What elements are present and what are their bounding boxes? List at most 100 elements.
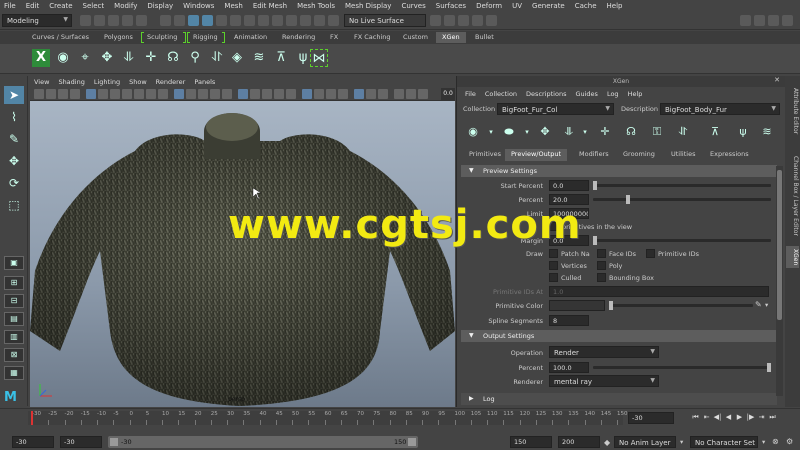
create-description-icon[interactable]: ◉ — [465, 124, 481, 140]
rotate-tool-icon[interactable]: ⟳ — [4, 174, 24, 192]
color-management-icon[interactable] — [354, 89, 364, 99]
menu-modify[interactable]: Modify — [114, 2, 137, 10]
menu-mesh-tools[interactable]: Mesh Tools — [297, 2, 335, 10]
ambient-occlusion-icon[interactable] — [250, 89, 260, 99]
lock-guides-icon[interactable]: ⚿ — [649, 124, 665, 140]
start-percent-slider[interactable] — [593, 181, 771, 190]
menu-cache[interactable]: Cache — [575, 2, 597, 10]
add-guide-icon[interactable]: ✛ — [597, 124, 613, 140]
start-time-field[interactable]: -30 — [12, 436, 54, 448]
menu-help[interactable]: Help — [607, 2, 623, 10]
input-ops-icon[interactable] — [314, 15, 325, 26]
play-backward-icon[interactable]: ◀ — [723, 411, 734, 423]
field-chart-icon[interactable] — [134, 89, 144, 99]
step-back-key-icon[interactable]: ◀| — [712, 411, 723, 423]
safe-action-icon[interactable] — [146, 89, 156, 99]
chevron-down-icon[interactable]: ▾ — [519, 124, 535, 140]
range-handle-end[interactable] — [408, 438, 416, 446]
guide-length-icon[interactable]: ⥯ — [208, 49, 226, 67]
shelf-tab-rigging[interactable]: Rigging — [187, 32, 224, 43]
output-ops-icon[interactable] — [328, 15, 339, 26]
shadows-icon[interactable] — [238, 89, 248, 99]
shelf-tab-rendering[interactable]: Rendering — [276, 32, 321, 43]
attribute-editor-icon[interactable] — [768, 15, 779, 26]
percent-slider[interactable] — [593, 195, 771, 204]
output-percent-slider[interactable] — [593, 363, 771, 372]
description-dropdown[interactable]: BigFoot_Body_Fur ▼ — [660, 103, 780, 115]
tab-grooming[interactable]: Grooming — [617, 149, 661, 161]
shelf-tab-fx[interactable]: FX — [324, 32, 344, 43]
culled-checkbox[interactable] — [549, 273, 558, 282]
layers-icon[interactable]: ◈ — [228, 49, 246, 67]
step-back-icon[interactable]: ⇤ — [701, 411, 712, 423]
character-set-dropdown[interactable]: No Character Set — [690, 436, 758, 448]
xgen-menu-guides[interactable]: Guides — [575, 90, 597, 98]
bookmarks-icon[interactable] — [58, 89, 68, 99]
gamma-value-field[interactable]: 0.0 — [441, 88, 455, 100]
xgen-editor-icon[interactable]: X — [32, 49, 50, 67]
menu-mesh[interactable]: Mesh — [224, 2, 242, 10]
guide-shape-icon[interactable]: ⥯ — [675, 124, 691, 140]
renderer-dropdown[interactable]: mental ray ▼ — [549, 375, 659, 387]
tab-channel-box[interactable]: Channel Box / Layer Editor — [786, 146, 799, 246]
textured-icon[interactable] — [210, 89, 220, 99]
xray-joints-icon[interactable] — [326, 89, 336, 99]
shelf-tab-curves-surfaces[interactable]: Curves / Surfaces — [26, 32, 95, 43]
open-scene-icon[interactable] — [94, 15, 105, 26]
tab-utilities[interactable]: Utilities — [665, 149, 701, 161]
four-pane-layout-icon[interactable]: ⊞ — [4, 276, 24, 290]
lasso-tool-icon[interactable]: ⌇ — [4, 108, 24, 126]
tab-expressions[interactable]: Expressions — [704, 149, 755, 161]
chevron-down-icon[interactable]: ▾ — [483, 124, 499, 140]
slider-handle[interactable] — [626, 195, 630, 204]
range-handle-start[interactable] — [110, 438, 118, 446]
range-bar[interactable]: -30 150 — [108, 436, 418, 448]
character-controls-icon[interactable] — [754, 15, 765, 26]
playback-end-field[interactable]: 150 — [510, 436, 552, 448]
undo-icon[interactable] — [122, 15, 133, 26]
shelf-tab-xgen[interactable]: XGen — [436, 32, 466, 43]
construction-icon[interactable] — [300, 15, 311, 26]
move-primitives-icon[interactable]: ⥥ — [561, 124, 577, 140]
grid-icon[interactable] — [86, 89, 96, 99]
redo-icon[interactable] — [136, 15, 147, 26]
curves-to-guides-icon[interactable]: ≋ — [250, 49, 268, 67]
render-icon[interactable] — [444, 15, 455, 26]
snap-grid-icon[interactable] — [202, 15, 213, 26]
safe-title-icon[interactable] — [158, 89, 168, 99]
image-plane-icon[interactable] — [70, 89, 80, 99]
move-tool-icon[interactable]: ✥ — [4, 152, 24, 170]
menu-edit[interactable]: Edit — [26, 2, 40, 10]
place-primitives-icon[interactable]: ⌖ — [76, 49, 94, 67]
exposure-icon[interactable] — [366, 89, 376, 99]
channel-box-icon[interactable] — [782, 15, 793, 26]
create-description-icon[interactable]: ◉ — [54, 49, 72, 67]
xgen-menu-log[interactable]: Log — [607, 90, 619, 98]
step-forward-icon[interactable]: ⇥ — [756, 411, 767, 423]
panel-layout-icon[interactable] — [418, 89, 428, 99]
hypershade-layout-icon[interactable]: ⊠ — [4, 348, 24, 362]
mode-dropdown[interactable]: Modeling ▼ — [2, 14, 72, 27]
wireframe-icon[interactable] — [174, 89, 184, 99]
outliner-layout-icon[interactable]: ▤ — [4, 312, 24, 326]
xgen-menu-file[interactable]: File — [465, 90, 476, 98]
paint-select-tool-icon[interactable]: ✎ — [4, 130, 24, 148]
playback-start-field[interactable]: -30 — [60, 436, 102, 448]
xray-icon[interactable] — [314, 89, 324, 99]
scale-tool-icon[interactable]: ⬚ — [4, 196, 24, 214]
preview-primitives-icon[interactable]: ψ — [735, 124, 751, 140]
xgen-menu-collection[interactable]: Collection — [485, 90, 517, 98]
menu-generate[interactable]: Generate — [532, 2, 565, 10]
viewport-menu-show[interactable]: Show — [129, 78, 147, 86]
render-settings-icon[interactable] — [472, 15, 483, 26]
scrollbar-thumb[interactable] — [777, 170, 782, 320]
chevron-down-icon[interactable]: ▾ — [762, 438, 765, 446]
poly-checkbox[interactable] — [597, 261, 606, 270]
primitive-color-slider[interactable] — [609, 301, 753, 310]
slider-handle[interactable] — [767, 363, 771, 372]
add-primitives-icon[interactable]: ✥ — [537, 124, 553, 140]
shelf-tab-bullet[interactable]: Bullet — [469, 32, 500, 43]
folder-icon[interactable] — [80, 15, 91, 26]
anim-layer-dropdown[interactable]: No Anim Layer — [614, 436, 676, 448]
select-guides-icon[interactable]: ☊ — [164, 49, 182, 67]
